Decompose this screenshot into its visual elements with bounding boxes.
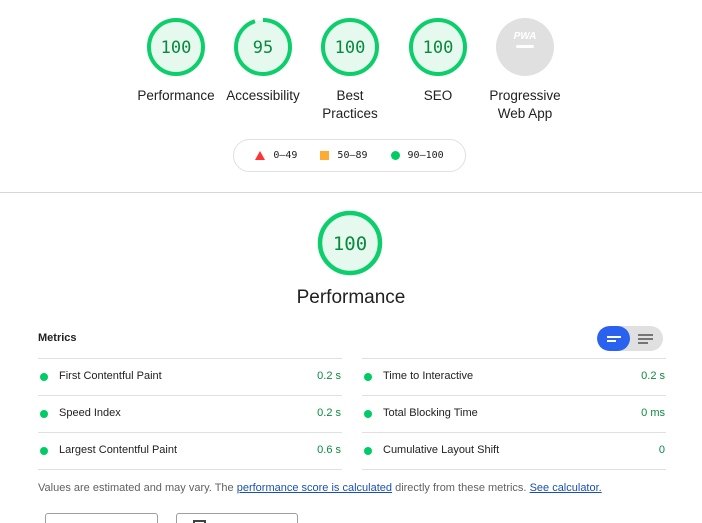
- metric-value: 0.2 s: [317, 370, 341, 382]
- metric-name: Speed Index: [59, 407, 121, 419]
- gauge-performance[interactable]: 100 Performance: [126, 17, 226, 105]
- pwa-badge-text: PWA: [514, 31, 537, 42]
- see-calculator-link[interactable]: See calculator.: [530, 482, 602, 494]
- performance-title: Performance: [296, 287, 406, 308]
- gauge-best-practices[interactable]: 100 Best Practices: [300, 17, 400, 123]
- performance-gauge: 100: [317, 210, 383, 276]
- section-divider: [0, 192, 702, 193]
- gauge-score: 100: [161, 38, 192, 58]
- metric-row: Speed Index 0.2 s: [38, 395, 342, 432]
- gauge-seo[interactable]: 100 SEO: [388, 17, 488, 105]
- legend-fail-range: 0–49: [273, 150, 298, 161]
- metric-value: 0.2 s: [317, 407, 341, 419]
- gauge-score: 100: [423, 38, 454, 58]
- gauge-score: 95: [253, 38, 273, 58]
- metric-name: Largest Contentful Paint: [59, 444, 178, 456]
- pass-circle-icon: [364, 447, 372, 455]
- metric-value: 0: [658, 444, 665, 456]
- gauge-ring: 100: [321, 18, 379, 76]
- pass-circle-icon: [40, 447, 48, 455]
- metrics-footnote: Values are estimated and may vary. The p…: [38, 482, 602, 494]
- pwa-badge-icon: PWA: [496, 18, 554, 76]
- gauge-score: 100: [335, 38, 366, 58]
- score-calculation-link[interactable]: performance score is calculated: [237, 482, 392, 494]
- lighthouse-report: 100 Performance 95 Accessibility 100 Bes…: [0, 0, 702, 523]
- gauge-label: Progressive Web App: [489, 88, 561, 121]
- score-scale-legend: 0–49 50–89 90–100: [233, 139, 466, 172]
- gauge-ring: 100: [409, 18, 467, 76]
- metric-name: Total Blocking Time: [383, 407, 478, 419]
- expanded-view-button[interactable]: [630, 326, 663, 351]
- metrics-left-column: First Contentful Paint 0.2 s Speed Index…: [38, 358, 342, 470]
- bottom-button-1[interactable]: [45, 513, 158, 523]
- performance-score: 100: [333, 233, 367, 255]
- metric-value: 0 ms: [641, 407, 665, 419]
- legend-fail: 0–49: [255, 150, 297, 161]
- category-gauges: 100 Performance 95 Accessibility 100 Bes…: [0, 17, 702, 127]
- footnote-prefix: Values are estimated and may vary. The: [38, 482, 237, 494]
- footnote-middle: directly from these metrics.: [392, 482, 530, 494]
- metrics-view-toggle[interactable]: [597, 326, 663, 351]
- gauge-pwa[interactable]: PWA Progressive Web App: [475, 17, 575, 123]
- pass-circle-icon: [40, 410, 48, 418]
- average-square-icon: [320, 151, 330, 160]
- compact-view-button[interactable]: [597, 326, 630, 351]
- gauge-label: Best Practices: [322, 88, 378, 121]
- legend-pass-range: 90–100: [407, 150, 444, 161]
- metric-row: Cumulative Layout Shift 0: [362, 432, 666, 470]
- legend-pass: 90–100: [390, 150, 444, 161]
- metric-name: First Contentful Paint: [59, 370, 162, 382]
- gauge-accessibility[interactable]: 95 Accessibility: [213, 17, 313, 105]
- metric-name: Cumulative Layout Shift: [383, 444, 500, 456]
- metric-row: First Contentful Paint 0.2 s: [38, 358, 342, 395]
- pass-circle-icon: [390, 151, 400, 160]
- gauge-ring: 100: [147, 18, 205, 76]
- metrics-header: Metrics: [38, 332, 77, 344]
- pass-circle-icon: [364, 373, 372, 381]
- pass-circle-icon: [40, 373, 48, 381]
- bottom-button-2[interactable]: [176, 513, 298, 523]
- pass-circle-icon: [364, 410, 372, 418]
- metric-row: Largest Contentful Paint 0.6 s: [38, 432, 342, 470]
- metric-value: 0.6 s: [317, 444, 341, 456]
- gauge-ring: 95: [234, 18, 292, 76]
- legend-average: 50–89: [320, 150, 368, 161]
- legend-average-range: 50–89: [337, 150, 368, 161]
- metric-row: Time to Interactive 0.2 s: [362, 358, 666, 395]
- fail-triangle-icon: [255, 151, 266, 160]
- metric-value: 0.2 s: [641, 370, 665, 382]
- performance-gauge-ring: 100: [317, 210, 383, 276]
- gauge-label: SEO: [423, 88, 453, 103]
- metric-name: Time to Interactive: [383, 370, 474, 382]
- metric-row: Total Blocking Time 0 ms: [362, 395, 666, 432]
- metrics-right-column: Time to Interactive 0.2 s Total Blocking…: [362, 358, 666, 470]
- gauge-label: Performance: [137, 88, 215, 103]
- gauge-label: Accessibility: [226, 88, 300, 103]
